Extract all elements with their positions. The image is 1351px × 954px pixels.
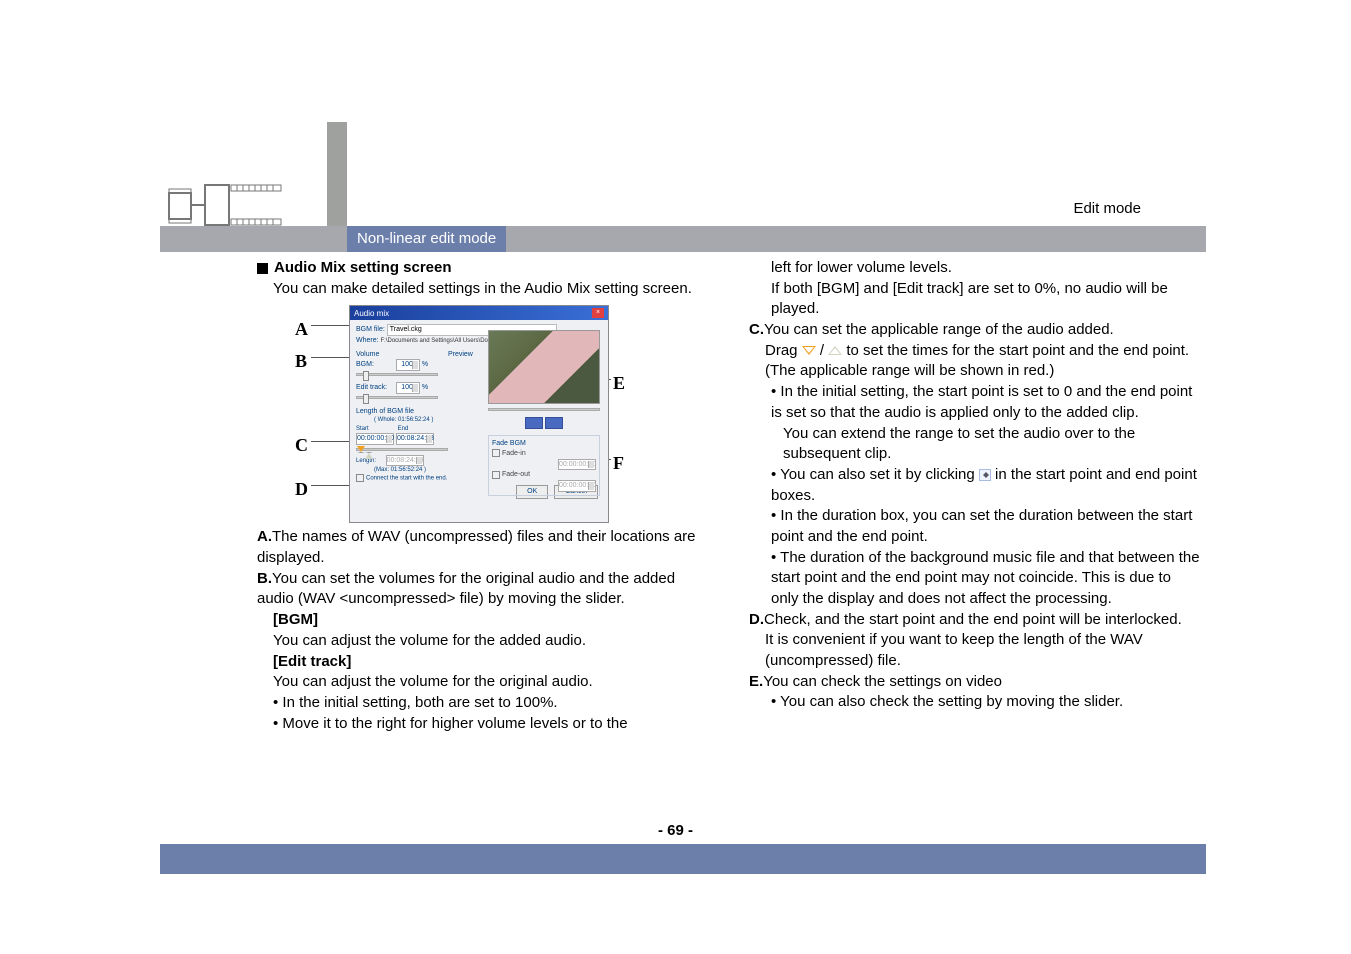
fade-bgm-group: Fade BGM Fade-in 00:00:00:00 Fade-out 00… <box>488 435 600 495</box>
whole-value: 01:56:52:24 <box>398 417 430 423</box>
label-d: D. <box>749 611 764 628</box>
fade-group-label: Fade BGM <box>492 439 596 449</box>
label-b: B. <box>257 570 272 587</box>
preview-image <box>488 330 600 404</box>
audio-mix-dialog: Audio mix × BGM file: Travel.ckg Where: … <box>349 305 609 523</box>
start-time-stepper[interactable]: 00:00:00:00 <box>356 433 394 445</box>
play-button[interactable] <box>525 417 543 429</box>
text-a: The names of WAV (uncompressed) files an… <box>257 528 696 566</box>
fig-label-e: E <box>613 371 625 396</box>
triangle-up-icon <box>828 346 842 355</box>
c-bullet1: • In the initial setting, the start poin… <box>749 382 1201 423</box>
fig-label-b: B <box>295 349 307 374</box>
carry-text1: left for lower volume levels. <box>749 258 1201 279</box>
edit-track-volume-stepper[interactable]: 100 <box>396 382 420 394</box>
end-label: End <box>398 426 409 432</box>
fadeout-label: Fade-out <box>502 471 530 478</box>
dialog-title: Audio mix <box>354 308 389 318</box>
range-slider[interactable] <box>356 448 448 451</box>
label-e: E. <box>749 673 763 690</box>
page-number: - 69 - <box>0 822 1351 839</box>
text-b1: You can set the volumes for the original… <box>257 570 675 608</box>
c-bullet2: • You can also set it by clicking in the… <box>749 465 1201 506</box>
max-label: (Max: <box>374 467 389 473</box>
c-bullet1-cont: You can extend the range to set the audi… <box>749 424 1201 465</box>
connect-label: Connect the start with the end. <box>366 476 447 482</box>
b-bullet1: • In the initial setting, both are set t… <box>257 693 709 714</box>
bgm-volume-stepper[interactable]: 100 <box>396 359 420 371</box>
edit-track-percent: % <box>422 384 428 391</box>
c-line2: Drag / to set the times for the start po… <box>749 341 1201 382</box>
right-column: left for lower volume levels. If both [B… <box>749 258 1201 734</box>
bgm-volume-slider[interactable] <box>356 373 438 376</box>
carry-text2: If both [BGM] and [Edit track] are set t… <box>749 279 1201 320</box>
left-column: Audio Mix setting screen You can make de… <box>257 258 709 734</box>
preview-group-label: Preview <box>448 351 473 358</box>
footer-bar <box>160 844 1206 874</box>
d-text2: It is convenient if you want to keep the… <box>749 630 1201 671</box>
triangle-down-icon <box>802 346 816 355</box>
edit-mode-label: Edit mode <box>1073 200 1141 217</box>
bgm-text: You can adjust the volume for the added … <box>257 631 709 652</box>
edit-track-label: Edit track: <box>356 383 394 393</box>
c-bullet4: • The duration of the background music f… <box>749 548 1201 610</box>
label-a: A. <box>257 528 272 545</box>
fadein-checkbox[interactable] <box>492 449 500 457</box>
volume-group-label: Volume <box>356 350 446 360</box>
dialog-titlebar: Audio mix × <box>350 306 608 320</box>
intro-text: You can make detailed settings in the Au… <box>257 279 709 300</box>
fig-label-a: A <box>295 317 308 342</box>
start-label: Start <box>356 425 396 433</box>
label-c: C. <box>749 321 764 338</box>
heading-text: Audio Mix setting screen <box>274 259 452 276</box>
nav-bar-bg <box>160 226 1206 252</box>
b-bullet2: • Move it to the right for higher volume… <box>257 714 709 735</box>
bgm-label: BGM: <box>356 360 394 370</box>
vertical-grey-divider <box>327 122 347 240</box>
end-time-stepper[interactable]: 00:08:24:28 <box>396 433 434 445</box>
close-icon[interactable]: × <box>592 308 604 318</box>
audio-mix-figure: A B C D E F Audio mix × BGM file: Trav <box>287 305 627 527</box>
fadein-label: Fade-in <box>502 450 526 457</box>
fig-label-f: F <box>613 451 624 476</box>
fadeout-checkbox[interactable] <box>492 471 500 479</box>
c-line1: You can set the applicable range of the … <box>764 321 1114 338</box>
fadein-stepper[interactable]: 00:00:00:00 <box>558 459 596 471</box>
length-stepper[interactable]: 00:08:24:29 <box>386 455 424 467</box>
edit-track-text: You can adjust the volume for the origin… <box>257 672 709 693</box>
e-bullet1: • You can also check the setting by movi… <box>749 692 1201 713</box>
fadeout-stepper[interactable]: 00:00:00:00 <box>558 480 596 492</box>
section-title-bar: Non-linear edit mode <box>347 226 506 252</box>
audio-mix-heading: Audio Mix setting screen <box>257 258 709 279</box>
fig-label-c: C <box>295 433 308 458</box>
spinner-icon <box>979 469 991 481</box>
c-bullet3: • In the duration box, you can set the d… <box>749 506 1201 547</box>
bgm-file-label: BGM file: <box>356 326 385 333</box>
fig-label-d: D <box>295 477 308 502</box>
preview-slider[interactable] <box>488 408 600 411</box>
e-text: You can check the settings on video <box>763 673 1002 690</box>
max-value: 01:56:52:24 <box>391 467 423 473</box>
edit-track-heading: [Edit track] <box>257 652 709 673</box>
whole-label: ( Whole: <box>374 417 396 423</box>
edit-track-volume-slider[interactable] <box>356 396 438 399</box>
bgm-heading: [BGM] <box>257 610 709 631</box>
max-close: ) <box>424 467 426 473</box>
stop-button[interactable] <box>545 417 563 429</box>
connect-checkbox[interactable] <box>356 474 364 482</box>
whole-close: ) <box>431 417 433 423</box>
d-text1: Check, and the start point and the end p… <box>764 611 1182 628</box>
bgm-percent: % <box>422 361 428 368</box>
where-label: Where: <box>356 337 379 344</box>
